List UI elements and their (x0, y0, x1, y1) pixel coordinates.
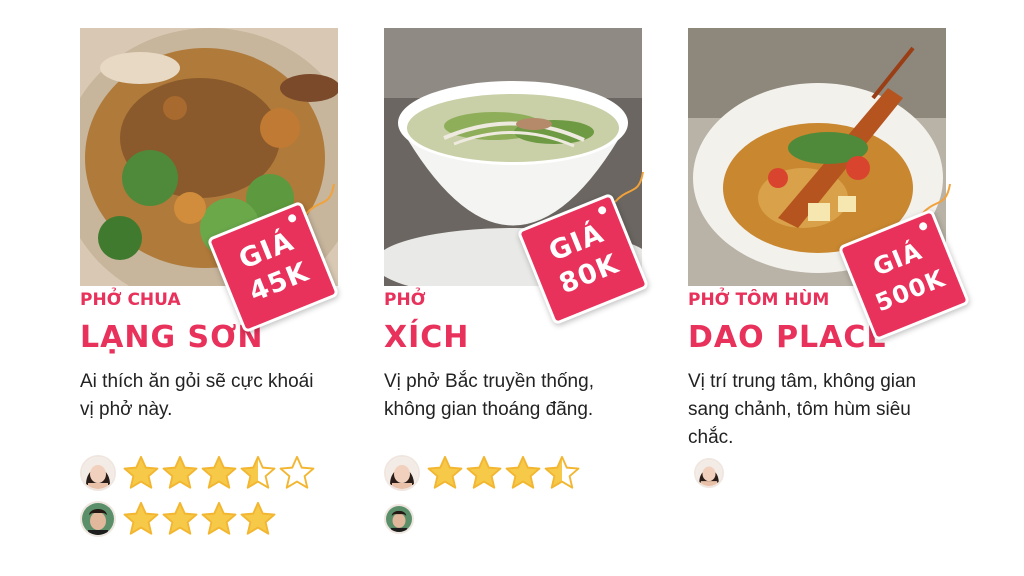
half-star-icon (240, 455, 276, 489)
star-rating (122, 454, 317, 492)
dish-subtitle: PHỞ (384, 290, 426, 310)
rating-row-female (384, 454, 582, 492)
star-icon (427, 455, 463, 489)
avatar (384, 455, 420, 491)
dish-title: XÍCH (384, 320, 470, 355)
star-icon (162, 455, 198, 489)
star-rating (122, 500, 278, 538)
empty-star-icon (279, 455, 315, 489)
star-icon (505, 455, 541, 489)
dish-subtitle: PHỞ TÔM HÙM (688, 290, 830, 310)
dish-card-pho-tom-hum: GIÁ 500K PHỞ TÔM HÙM DAO PLACE Vị trí tr… (688, 28, 971, 568)
star-icon (162, 501, 198, 535)
rating-row-male (80, 500, 278, 538)
avatar (80, 455, 116, 491)
dish-description: Vị phở Bắc truyền thống, không gian thoá… (384, 371, 594, 420)
star-icon (240, 501, 276, 535)
star-icon (201, 501, 237, 535)
star-icon (466, 455, 502, 489)
avatar (80, 501, 116, 537)
avatar (694, 458, 724, 488)
rating-row-female (80, 454, 317, 492)
star-icon (201, 455, 237, 489)
star-icon (123, 455, 159, 489)
dish-title: DAO PLACE (688, 320, 888, 355)
dish-card-pho-xich: GIÁ 80K PHỞ XÍCH Vị phở Bắc truyền thống… (384, 28, 650, 568)
star-icon (123, 501, 159, 535)
dish-title: LẠNG SƠN (80, 320, 264, 355)
dish-subtitle: PHỞ CHUA (80, 290, 181, 310)
half-star-icon (544, 455, 580, 489)
rating-row-male (384, 504, 420, 534)
avatar (384, 504, 414, 534)
tag-string-icon (614, 171, 644, 203)
dish-description: Ai thích ăn gỏi sẽ cực khoái vị phở này. (80, 371, 314, 420)
star-rating (426, 454, 582, 492)
rating-row-female (694, 458, 730, 488)
dish-card-pho-chua: GIÁ 45K PHỞ CHUA LẠNG SƠN Ai thích ăn gỏ… (80, 28, 340, 568)
dish-description: Vị trí trung tâm, không gian sang chảnh,… (688, 371, 917, 448)
